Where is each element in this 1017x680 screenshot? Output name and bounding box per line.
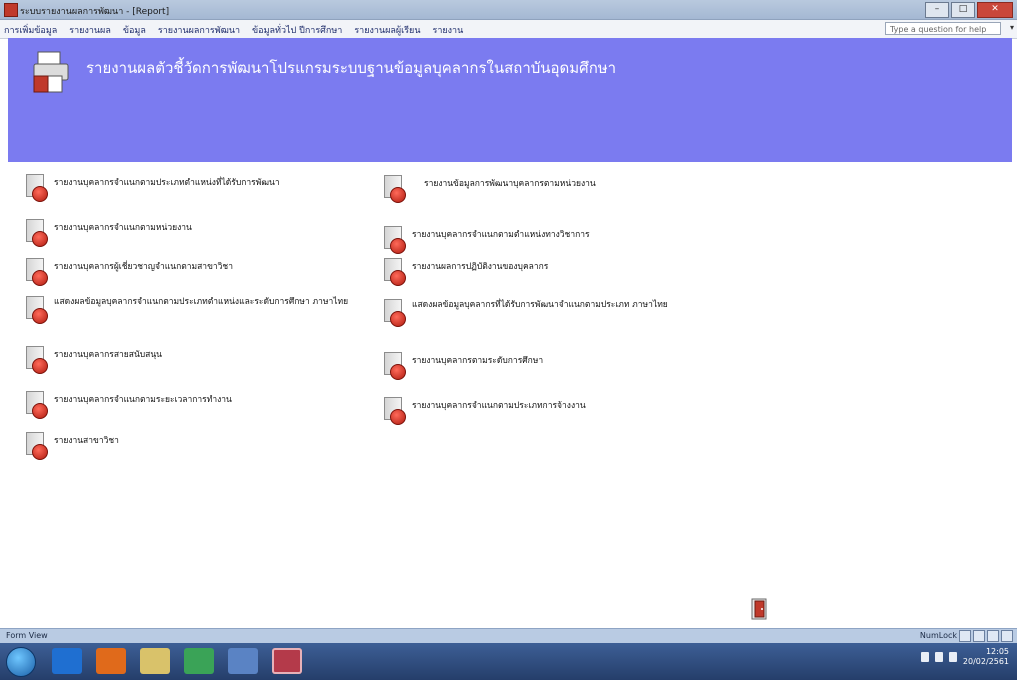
chrome-icon[interactable]	[184, 648, 214, 674]
view-buttons	[959, 630, 1013, 642]
report-item-right-3[interactable]: รายงานผลการปฏิบัติงานของบุคลากร	[384, 258, 549, 286]
report-label: รายงานบุคลากรจำแนกตามระยะเวลาการทำงาน	[54, 395, 232, 405]
report-label: รายงานข้อมูลการพัฒนาบุคลากรตามหน่วยงาน	[424, 179, 596, 189]
report-icon	[26, 391, 48, 419]
report-icon	[384, 299, 406, 327]
access-app-icon	[4, 3, 18, 17]
system-tray: 12:05 20/02/2561	[920, 647, 1009, 667]
status-bar: Form View NumLock	[0, 628, 1017, 643]
report-label: รายงานบุคลากรจำแนกตามตำแหน่งทางวิชาการ	[412, 230, 590, 240]
menu-item-5[interactable]: ข้อมูลทั่วไป ปีการศึกษา	[252, 23, 342, 37]
exit-door-icon[interactable]	[751, 598, 767, 620]
report-item-right-5[interactable]: รายงานบุคลากรตามระดับการศึกษา	[384, 352, 544, 380]
access-taskbar-icon[interactable]	[272, 648, 302, 674]
clock-time: 12:05	[985, 647, 1009, 656]
report-item-right-2[interactable]: รายงานบุคลากรจำแนกตามตำแหน่งทางวิชาการ	[384, 226, 590, 254]
minimize-button[interactable]: –	[925, 2, 949, 18]
report-icon	[384, 258, 406, 286]
report-icon	[384, 175, 406, 203]
layout-view-icon[interactable]	[987, 630, 999, 642]
report-icon	[26, 432, 48, 460]
menu-item-7[interactable]: รายงาน	[433, 23, 464, 37]
report-label: รายงานสาขาวิชา	[54, 436, 119, 446]
start-button-icon[interactable]	[6, 647, 36, 677]
menu-item-2[interactable]: รายงานผล	[69, 23, 111, 37]
menu-item-3[interactable]: ข้อมูล	[123, 23, 146, 37]
menu-item-4[interactable]: รายงานผลการพัฒนา	[158, 23, 240, 37]
report-icon	[384, 352, 406, 380]
report-item-left-4[interactable]: แสดงผลข้อมูลบุคลากรจำแนกตามประเภทตำแหน่ง…	[26, 296, 364, 324]
form-view-icon[interactable]	[959, 630, 971, 642]
chevron-down-icon[interactable]: ▾	[1010, 23, 1014, 32]
report-item-left-1[interactable]: รายงานบุคลากรจำแนกตามประเภทตำแหน่งที่ได้…	[26, 174, 280, 202]
report-label: รายงานบุคลากรผู้เชี่ยวชาญจำแนกตามสาขาวิช…	[54, 262, 233, 272]
report-item-right-4[interactable]: แสดงผลข้อมูลบุคลากรที่ได้รับการพัฒนาจำแน…	[384, 299, 732, 327]
report-icon	[384, 226, 406, 254]
report-label: แสดงผลข้อมูลบุคลากรจำแนกตามประเภทตำแหน่ง…	[54, 297, 349, 307]
report-item-left-3[interactable]: รายงานบุคลากรผู้เชี่ยวชาญจำแนกตามสาขาวิช…	[26, 258, 233, 286]
document-app-icon[interactable]	[228, 648, 258, 674]
report-icon	[384, 397, 406, 425]
maximize-button[interactable]: □	[951, 2, 975, 18]
window-controls: – □ ✕	[925, 2, 1013, 18]
report-item-right-6[interactable]: รายงานบุคลากรจำแนกตามประเภทการจ้างงาน	[384, 397, 586, 425]
report-icon	[26, 174, 48, 202]
design-view-icon[interactable]	[1001, 630, 1013, 642]
report-item-left-2[interactable]: รายงานบุคลากรจำแนกตามหน่วยงาน	[26, 219, 192, 247]
report-header: รายงานผลตัวชี้วัดการพัฒนาโปรแกรมระบบฐานข…	[8, 38, 1012, 162]
clock[interactable]: 12:05 20/02/2561	[963, 647, 1009, 667]
report-icon	[26, 219, 48, 247]
report-label: รายงานผลการปฏิบัติงานของบุคลากร	[412, 262, 549, 272]
report-item-left-7[interactable]: รายงานสาขาวิชา	[26, 432, 119, 460]
report-label: รายงานบุคลากรตามระดับการศึกษา	[412, 356, 544, 366]
menu-item-6[interactable]: รายงานผลผู้เรียน	[354, 23, 420, 37]
menu-item-1[interactable]: การเพิ่มข้อมูล	[4, 23, 57, 37]
help-search-input[interactable]: Type a question for help	[885, 22, 1001, 35]
menu-list: การเพิ่มข้อมูล รายงานผล ข้อมูล รายงานผลก…	[4, 23, 463, 37]
menu-bar: การเพิ่มข้อมูล รายงานผล ข้อมูล รายงานผลก…	[0, 20, 1017, 39]
report-item-right-1[interactable]: รายงานข้อมูลการพัฒนาบุคลากรตามหน่วยงาน	[384, 175, 596, 203]
window-title: ระบบรายงานผลการพัฒนา - [Report]	[20, 7, 170, 17]
report-item-left-5[interactable]: รายงานบุคลากรสายสนับสนุน	[26, 346, 162, 374]
network-icon[interactable]	[920, 652, 929, 662]
report-list-panel: รายงานบุคลากรจำแนกตามประเภทตำแหน่งที่ได้…	[8, 162, 1012, 628]
report-icon	[26, 258, 48, 286]
taskbar: 12:05 20/02/2561	[0, 643, 1017, 680]
report-icon	[26, 346, 48, 374]
page-title: รายงานผลตัวชี้วัดการพัฒนาโปรแกรมระบบฐานข…	[86, 59, 617, 77]
printer-report-icon	[33, 51, 69, 93]
report-label: รายงานบุคลากรจำแนกตามประเภทตำแหน่งที่ได้…	[54, 178, 280, 188]
report-label: รายงานบุคลากรจำแนกตามประเภทการจ้างงาน	[412, 401, 586, 411]
status-text: Form View	[6, 631, 48, 640]
report-item-left-6[interactable]: รายงานบุคลากรจำแนกตามระยะเวลาการทำงาน	[26, 391, 232, 419]
volume-icon[interactable]	[948, 652, 957, 662]
firefox-icon[interactable]	[96, 648, 126, 674]
numlock-indicator: NumLock	[919, 631, 957, 640]
report-label: รายงานบุคลากรสายสนับสนุน	[54, 350, 162, 360]
ie-browser-icon[interactable]	[52, 648, 82, 674]
file-explorer-icon[interactable]	[140, 648, 170, 674]
report-label: รายงานบุคลากรจำแนกตามหน่วยงาน	[54, 223, 192, 233]
report-icon	[26, 296, 48, 324]
clock-date: 20/02/2561	[962, 657, 1009, 666]
window-titlebar: ระบบรายงานผลการพัฒนา - [Report] – □ ✕	[0, 0, 1017, 20]
flag-icon[interactable]	[934, 652, 943, 662]
datasheet-view-icon[interactable]	[973, 630, 985, 642]
report-label: แสดงผลข้อมูลบุคลากรที่ได้รับการพัฒนาจำแน…	[412, 300, 668, 310]
close-button[interactable]: ✕	[977, 2, 1013, 18]
